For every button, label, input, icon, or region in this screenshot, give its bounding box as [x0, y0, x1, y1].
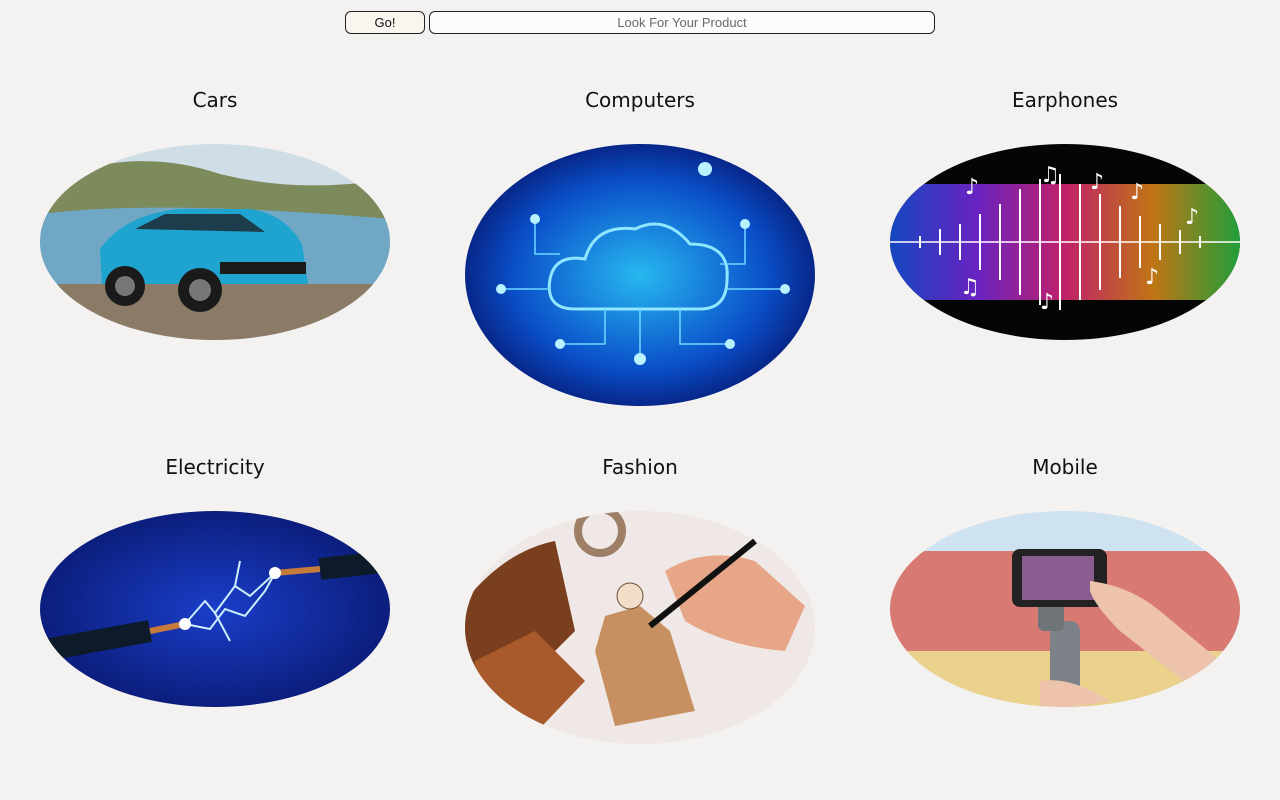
- electric-wires-image[interactable]: [40, 511, 390, 707]
- svg-text:♫: ♫: [960, 275, 980, 300]
- category-title: Fashion: [602, 455, 678, 479]
- svg-text:♪: ♪: [1040, 290, 1054, 315]
- fashion-sketch-image[interactable]: [465, 511, 815, 744]
- category-title: Earphones: [1011, 88, 1119, 112]
- car-image[interactable]: [40, 144, 390, 340]
- svg-text:♪: ♪: [965, 175, 979, 200]
- category-title: Cars: [192, 88, 238, 112]
- category-title: Computers: [585, 88, 695, 112]
- category-title: Mobile: [1032, 455, 1098, 479]
- category-title: Electricity: [165, 455, 265, 479]
- category-grid: Cars Computers Earphones ♪ ♫ ♪ ♪ ♫ ♪ ♪ ♪…: [0, 0, 1280, 800]
- svg-text:♪: ♪: [1130, 180, 1144, 205]
- svg-text:♪: ♪: [1145, 265, 1159, 290]
- svg-text:♫: ♫: [1040, 163, 1060, 188]
- phone-gimbal-image[interactable]: [890, 511, 1240, 707]
- cloud-computing-image[interactable]: [465, 144, 815, 406]
- svg-text:♪: ♪: [1090, 170, 1104, 195]
- music-waveform-image[interactable]: ♪ ♫ ♪ ♪ ♫ ♪ ♪ ♪: [890, 144, 1240, 340]
- svg-text:♪: ♪: [1185, 205, 1199, 230]
